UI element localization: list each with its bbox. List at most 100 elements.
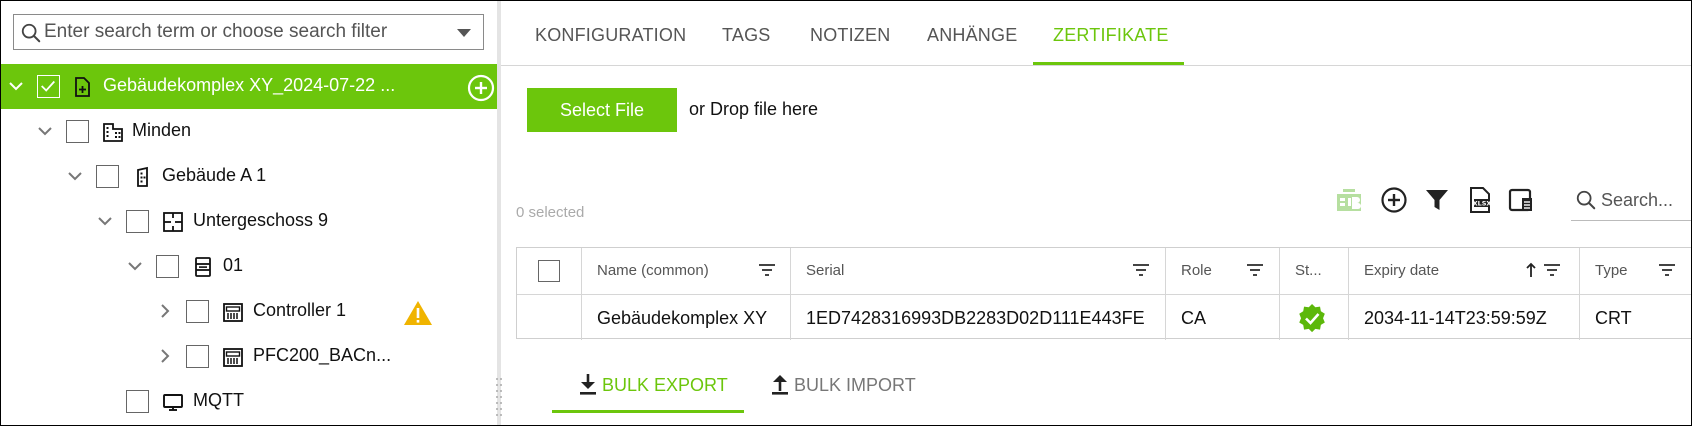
- column-header-label: Type: [1595, 262, 1628, 279]
- column-header-expiry[interactable]: Expiry date: [1349, 248, 1580, 294]
- export-excel-icon[interactable]: XLSX: [1466, 186, 1494, 214]
- tree-node-checkbox[interactable]: [66, 120, 89, 143]
- chevron-down-icon[interactable]: [457, 29, 471, 37]
- cell-expiry[interactable]: 2034-11-14T23:59:59Z: [1349, 294, 1580, 340]
- cell-text: Gebäudekomplex XY: [597, 308, 768, 328]
- tree-node-pfc200[interactable]: PFC200_BACn...: [1, 334, 497, 379]
- table-search-box[interactable]: [1571, 181, 1691, 221]
- tree-node-label: Minden: [132, 120, 192, 140]
- select-all-header: [517, 248, 582, 294]
- chevron-down-icon[interactable]: [125, 256, 145, 276]
- active-tab-indicator: [1033, 62, 1184, 65]
- bulk-edit-icon[interactable]: [1335, 186, 1363, 214]
- tree-node-gebaeude-a1[interactable]: Gebäude A 1: [1, 154, 497, 199]
- city-icon: [103, 123, 123, 142]
- filter-icon[interactable]: [1423, 186, 1451, 214]
- column-header-type[interactable]: Type: [1580, 248, 1691, 294]
- add-circle-icon[interactable]: [467, 74, 495, 102]
- chevron-down-icon[interactable]: [6, 76, 26, 96]
- details-panel: KONFIGURATION TAGS NOTIZEN ANHÄNGE ZERTI…: [501, 1, 1691, 425]
- tab-tags[interactable]: TAGS: [722, 25, 770, 46]
- verified-badge-icon: [1299, 303, 1325, 333]
- cell-text: CA: [1181, 308, 1207, 328]
- column-filter-icon[interactable]: [1132, 262, 1150, 278]
- cell-text: CRT: [1595, 308, 1632, 328]
- check-icon: [41, 80, 55, 92]
- cell-role[interactable]: CA: [1166, 294, 1280, 340]
- bulk-import-tab[interactable]: BULK IMPORT: [770, 373, 916, 396]
- file-plus-icon: [75, 77, 90, 97]
- tab-konfiguration[interactable]: KONFIGURATION: [535, 25, 686, 46]
- tree-node-checkbox[interactable]: [96, 165, 119, 188]
- drop-zone-label[interactable]: or Drop file here: [689, 99, 818, 120]
- tree-node-label: Gebäude A 1: [162, 165, 267, 185]
- bulk-export-label: BULK EXPORT: [602, 375, 728, 395]
- column-header-name[interactable]: Name (common): [582, 248, 791, 294]
- bulk-export-tab[interactable]: BULK EXPORT: [578, 373, 728, 396]
- tree-node-checkbox[interactable]: [126, 390, 149, 413]
- chevron-right-icon[interactable]: [155, 346, 175, 366]
- certificates-table: Name (common) Serial Role St... Expiry d…: [516, 247, 1691, 340]
- chevron-down-icon[interactable]: [95, 211, 115, 231]
- tree-node-untergeschoss-9[interactable]: Untergeschoss 9: [1, 199, 497, 244]
- select-file-button[interactable]: Select File: [527, 88, 677, 132]
- tree-node-checkbox[interactable]: [156, 255, 179, 278]
- sort-ascending-icon[interactable]: [1525, 262, 1537, 278]
- tree-node-checkbox[interactable]: [186, 300, 209, 323]
- column-header-label: Role: [1181, 262, 1212, 279]
- upload-icon: [772, 375, 788, 395]
- controller-icon: [223, 348, 243, 367]
- row-select-cell[interactable]: [517, 294, 582, 340]
- tree-node-label: Gebäudekomplex XY_2024-07-22 ...: [103, 75, 396, 95]
- warning-icon: [404, 301, 432, 325]
- column-chooser-icon[interactable]: [1507, 186, 1535, 214]
- column-header-serial[interactable]: Serial: [791, 248, 1166, 294]
- cell-type[interactable]: CRT: [1580, 294, 1691, 340]
- cell-name[interactable]: Gebäudekomplex XY: [582, 294, 791, 340]
- tab-notizen[interactable]: NOTIZEN: [810, 25, 890, 46]
- controller-icon: [223, 303, 243, 322]
- building-icon: [137, 166, 148, 187]
- table-search-input[interactable]: [1601, 187, 1691, 213]
- search-icon: [21, 23, 41, 43]
- bulk-import-label: BULK IMPORT: [794, 375, 916, 395]
- floor-plan-icon: [163, 212, 183, 232]
- tree-node-checkbox[interactable]: [126, 210, 149, 233]
- tab-zertifikate[interactable]: ZERTIFIKATE: [1053, 25, 1169, 46]
- tab-anhaenge[interactable]: ANHÄNGE: [927, 25, 1017, 46]
- search-icon: [1576, 190, 1596, 210]
- column-header-label: Expiry date: [1364, 262, 1440, 279]
- tree-node-controller-1[interactable]: Controller 1: [1, 289, 497, 334]
- tree-node-root[interactable]: Gebäudekomplex XY_2024-07-22 ...: [1, 64, 497, 109]
- column-filter-icon[interactable]: [758, 262, 776, 278]
- cell-text: 1ED7428316993DB2283D02D111E443FE: [806, 308, 1145, 328]
- column-filter-icon[interactable]: [1543, 262, 1561, 278]
- cell-text: 2034-11-14T23:59:59Z: [1364, 308, 1547, 328]
- tree-node-label: PFC200_BACn...: [253, 345, 392, 365]
- tree-node-label: MQTT: [193, 390, 244, 410]
- cell-serial[interactable]: 1ED7428316993DB2283D02D111E443FE: [791, 294, 1166, 340]
- tree-node-label: Untergeschoss 9: [193, 210, 329, 230]
- chevron-down-icon[interactable]: [65, 166, 85, 186]
- svg-text:XLSX: XLSX: [1473, 200, 1492, 208]
- tree-node-checkbox[interactable]: [186, 345, 209, 368]
- column-header-label: Serial: [806, 262, 845, 279]
- tree-search-input[interactable]: [44, 16, 454, 48]
- column-header-role[interactable]: Role: [1166, 248, 1280, 294]
- column-header-label: Name (common): [597, 262, 709, 279]
- column-filter-icon[interactable]: [1658, 262, 1676, 278]
- chevron-right-icon[interactable]: [155, 301, 175, 321]
- tree-node-minden[interactable]: Minden: [1, 109, 497, 154]
- tree-node-mqtt[interactable]: MQTT: [1, 379, 497, 424]
- cabinet-icon: [195, 257, 211, 277]
- tree-node-checkbox[interactable]: [37, 75, 60, 98]
- column-header-status[interactable]: St...: [1280, 248, 1349, 294]
- add-circle-icon[interactable]: [1380, 186, 1408, 214]
- tree-search-box[interactable]: [13, 14, 484, 50]
- column-filter-icon[interactable]: [1246, 262, 1264, 278]
- tree-node-01[interactable]: 01: [1, 244, 497, 289]
- chevron-down-icon[interactable]: [35, 121, 55, 141]
- select-all-checkbox[interactable]: [538, 260, 560, 282]
- cell-status[interactable]: [1280, 294, 1349, 340]
- app-frame: Gebäudekomplex XY_2024-07-22 ... Minden …: [0, 0, 1692, 426]
